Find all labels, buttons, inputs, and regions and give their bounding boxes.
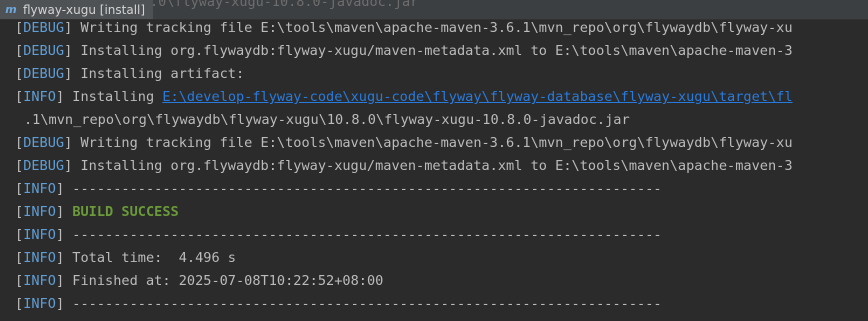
bracket-close: ] [55, 250, 65, 266]
line-text: .1\mvn_repo\org\flywaydb\flyway-xugu\10.… [24, 112, 630, 128]
run-tab-flyway-xugu-install[interactable]: m flyway-xugu [install] [0, 0, 154, 19]
console-output[interactable]: [DEBUG] Writing tracking file E:\tools\m… [0, 20, 868, 321]
bracket-close: ] [55, 89, 65, 105]
bracket-open: [ [15, 135, 24, 151]
bracket-close: ] [55, 273, 65, 289]
log-level-tag: INFO [23, 204, 56, 220]
bracket-open: [ [15, 158, 24, 174]
console-line-info: [INFO] ---------------------------------… [15, 224, 662, 247]
log-level-tag: DEBUG [23, 66, 65, 82]
artifact-path-link[interactable]: E:\develop-flyway-code\xugu-code\flyway\… [162, 89, 792, 105]
line-text: Installing artifact: [72, 66, 245, 82]
log-level-tag: DEBUG [23, 43, 65, 59]
line-text: Total time: 4.496 s [64, 250, 236, 266]
console-line-debug: [DEBUG] Installing artifact: [15, 63, 244, 86]
bracket-close: ] [55, 181, 65, 197]
bracket-open: [ [15, 89, 24, 105]
bracket-open: [ [15, 181, 24, 197]
line-text: Installing [64, 89, 163, 105]
bracket-open: [ [15, 296, 24, 312]
log-level-tag: INFO [23, 181, 56, 197]
separator-line: ----------------------------------------… [64, 296, 662, 312]
bracket-open: [ [15, 43, 24, 59]
line-text: Writing tracking file E:\tools\maven\apa… [72, 135, 793, 151]
line-text: Writing tracking file E:\tools\maven\apa… [72, 20, 793, 36]
console-line-info: [INFO] Installing E:\develop-flyway-code… [15, 86, 793, 109]
run-tab-label: flyway-xugu [install] [23, 2, 146, 17]
line-text: Installing org.flywaydb:flyway-xugu/mave… [72, 158, 793, 174]
build-status: BUILD SUCCESS [72, 204, 179, 220]
log-level-tag: INFO [23, 89, 56, 105]
console-line-info: [INFO] ---------------------------------… [15, 178, 662, 201]
log-level-tag: INFO [23, 227, 56, 243]
log-level-tag: INFO [23, 273, 56, 289]
console-line-debug: [DEBUG] Installing org.flywaydb:flyway-x… [15, 40, 793, 63]
console-line-continuation: .1\mvn_repo\org\flywaydb\flyway-xugu\10.… [24, 109, 630, 132]
log-level-tag: INFO [23, 250, 56, 266]
console-line-info: [INFO] BUILD SUCCESS [15, 201, 179, 224]
log-level-tag: DEBUG [23, 158, 65, 174]
maven-icon: m [5, 3, 17, 16]
bracket-close: ] [55, 296, 65, 312]
console-line-info: [INFO] Finished at: 2025-07-08T10:22:52+… [15, 270, 383, 293]
console-line-debug: [DEBUG] Writing tracking file E:\tools\m… [15, 132, 793, 155]
line-text: Installing org.flywaydb:flyway-xugu/mave… [72, 43, 793, 59]
scrolled-previous-line: .0\flyway-xugu-10.8.0-javadoc.jar [150, 0, 419, 10]
bracket-open: [ [15, 20, 24, 36]
maven-run-window: .0\flyway-xugu-10.8.0-javadoc.jar m flyw… [0, 0, 868, 321]
bracket-open: [ [15, 250, 24, 266]
log-level-tag: DEBUG [23, 20, 65, 36]
log-level-tag: INFO [23, 296, 56, 312]
console-line-info: [INFO] Total time: 4.496 s [15, 247, 236, 270]
console-line-debug: [DEBUG] Writing tracking file E:\tools\m… [15, 20, 793, 40]
line-text: Finished at: 2025-07-08T10:22:52+08:00 [64, 273, 384, 289]
console-line-debug: [DEBUG] Installing org.flywaydb:flyway-x… [15, 155, 793, 178]
bracket-close: ] [55, 227, 65, 243]
bracket-close: ] [55, 204, 65, 220]
bracket-open: [ [15, 273, 24, 289]
bracket-open: [ [15, 66, 24, 82]
bracket-open: [ [15, 227, 24, 243]
separator-line: ----------------------------------------… [64, 181, 662, 197]
console-line-info: [INFO] ---------------------------------… [15, 293, 662, 316]
run-tab-bar: .0\flyway-xugu-10.8.0-javadoc.jar m flyw… [0, 0, 868, 20]
separator-line: ----------------------------------------… [64, 227, 662, 243]
log-level-tag: DEBUG [23, 135, 65, 151]
bracket-open: [ [15, 204, 24, 220]
